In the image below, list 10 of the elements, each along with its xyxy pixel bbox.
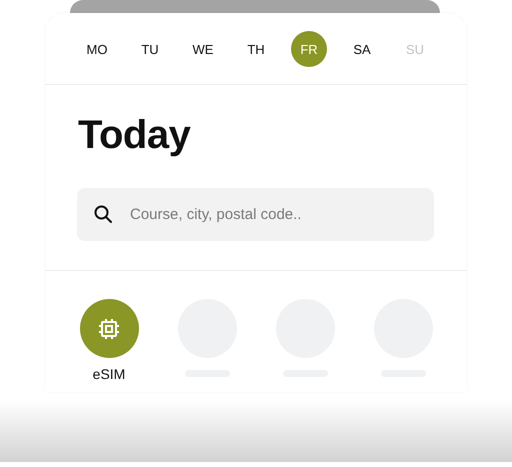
- page-title: Today: [77, 112, 192, 158]
- day-tab[interactable]: WE: [185, 31, 221, 67]
- day-tab[interactable]: MO: [79, 31, 115, 67]
- day-tab[interactable]: TU: [132, 31, 168, 67]
- day-tab[interactable]: TH: [238, 31, 274, 67]
- chip-icon: [98, 318, 120, 340]
- search-icon: [93, 204, 113, 224]
- shortcut-label: eSIM: [92, 366, 126, 382]
- search-field[interactable]: Course, city, postal code..: [77, 188, 434, 241]
- day-tab[interactable]: SA: [344, 31, 380, 67]
